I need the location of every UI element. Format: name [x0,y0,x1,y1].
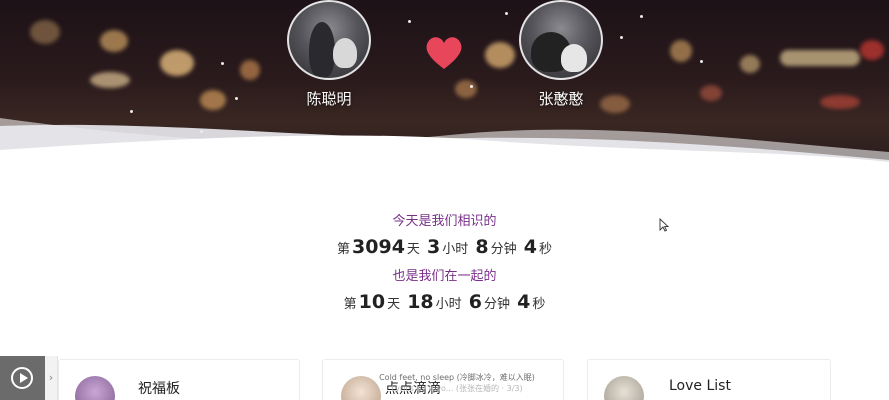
together-hours: 18 [407,291,434,313]
together-prefix: 第 [343,297,357,312]
music-expand-toggle[interactable]: › [45,356,58,400]
together-minutes: 6 [468,291,482,313]
together-seconds: 4 [517,291,531,313]
mouse-cursor-icon [659,218,669,232]
together-label-wrap: 也是我们在一起的 [0,265,889,284]
met-counter-line: 第 3094 天 3 小时 8 分钟 4秒 [0,236,889,258]
heart-icon [426,37,462,69]
card-love-list[interactable]: Love List [587,359,831,400]
lyrics-overlay: Cold feet, no sleep (冷脚冰冷，难以入眠) Lyrics b… [352,372,562,394]
together-label: 也是我们在一起的 [392,269,497,284]
page: 陈聪明 张憨憨 今天是我们相识的 第 3094 天 3 小时 8 分钟 4秒 也是我们在… [0,0,889,400]
card-title: Love List [669,378,731,394]
together-days-unit: 天 [387,297,401,312]
play-icon[interactable] [11,367,33,389]
card-title: 祝福板 [138,381,180,397]
met-days-unit: 天 [406,242,420,257]
together-seconds-unit: 秒 [532,297,546,312]
lyric-line-1: Cold feet, no sleep (冷脚冰冷，难以入眠) [379,373,535,382]
met-seconds: 4 [523,236,537,258]
music-player: › [0,356,58,400]
right-avatar[interactable] [519,0,603,80]
met-hours: 3 [427,236,441,258]
music-play-area[interactable] [0,356,45,400]
time-counter: 今天是我们相识的 [0,210,889,229]
left-avatar[interactable] [287,0,371,80]
met-minutes: 8 [475,236,489,258]
right-name: 张憨憨 [538,90,584,108]
met-label: 今天是我们相识的 [392,214,497,229]
met-prefix: 第 [337,242,351,257]
lyric-line-2: Lyrics by Invo... (张张在婚的 · 3/3) [391,384,523,393]
together-minutes-unit: 分钟 [484,297,511,312]
hero-wave [0,118,889,175]
together-hours-unit: 小时 [435,297,462,312]
met-seconds-unit: 秒 [538,242,552,257]
met-hours-unit: 小时 [442,242,469,257]
love-list-avatar [604,376,644,400]
hero-banner: 陈聪明 张憨憨 [0,0,889,175]
blessing-board-avatar [75,376,115,400]
together-counter-line: 第 10 天 18 小时 6 分钟 4秒 [0,291,889,313]
together-days: 10 [358,291,386,313]
card-blessing-board[interactable]: 祝福板 [58,359,300,400]
met-days: 3094 [352,236,405,258]
left-name: 陈聪明 [306,90,352,108]
met-minutes-unit: 分钟 [490,242,517,257]
